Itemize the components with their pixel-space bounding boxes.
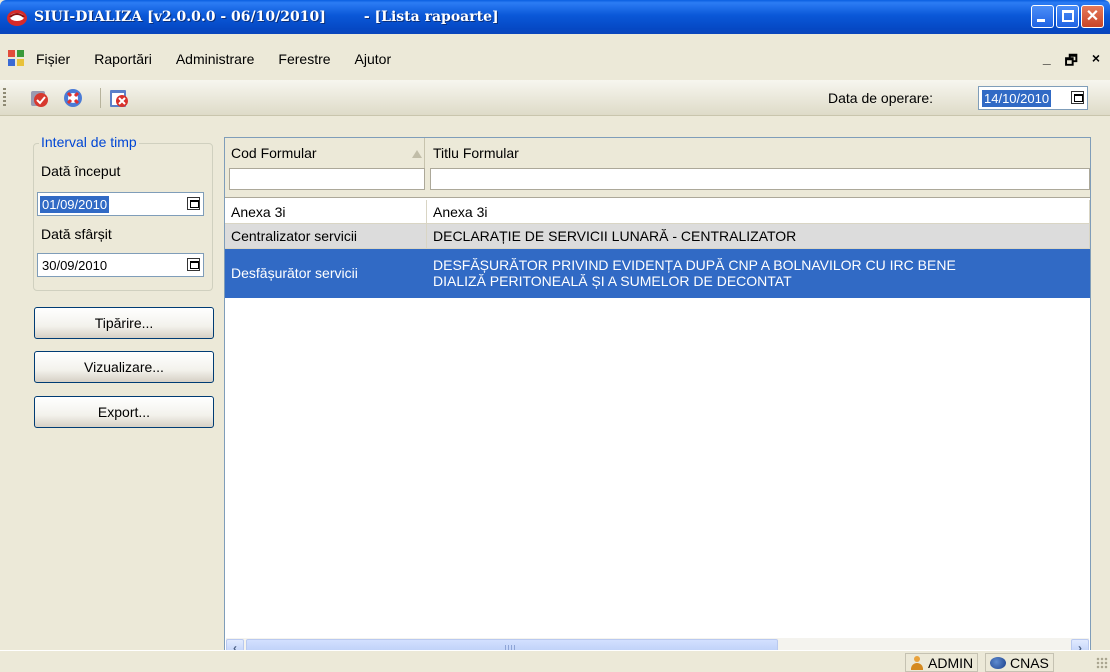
row-title-line: Anexa 3i bbox=[433, 203, 488, 220]
close-button[interactable]: ✕ bbox=[1081, 5, 1104, 28]
start-date-value: 01/09/2010 bbox=[40, 196, 110, 213]
menu-raportari[interactable]: Raportări bbox=[94, 51, 152, 67]
menu-administrare[interactable]: Administrare bbox=[176, 51, 255, 67]
maximize-button[interactable] bbox=[1056, 5, 1079, 28]
filter-code-input[interactable] bbox=[229, 168, 425, 190]
mdi-close-icon[interactable]: × bbox=[1092, 50, 1100, 74]
status-user-label: ADMIN bbox=[928, 654, 974, 671]
grid-header: Cod Formular Titlu Formular bbox=[225, 138, 1090, 198]
table-row[interactable]: Centralizator servicii DECLARAȚIE DE SER… bbox=[225, 224, 1090, 249]
window-titlebar[interactable]: SIUI-DIALIZA [v2.0.0.0 - 06/10/2010] - [… bbox=[0, 0, 1110, 34]
status-org-label: CNAS bbox=[1010, 654, 1049, 671]
column-header-title-label: Titlu Formular bbox=[433, 145, 519, 161]
status-bar: ADMIN CNAS bbox=[0, 650, 1110, 672]
row-code: Centralizator servicii bbox=[225, 224, 427, 249]
toolbar-separator bbox=[100, 88, 101, 108]
close-icon: ✕ bbox=[1085, 8, 1100, 25]
column-header-code[interactable]: Cod Formular bbox=[225, 138, 425, 168]
user-icon bbox=[910, 655, 924, 670]
calendar-icon[interactable] bbox=[1071, 91, 1084, 104]
column-header-title[interactable]: Titlu Formular bbox=[427, 138, 1090, 168]
status-user: ADMIN bbox=[905, 653, 979, 672]
row-title-line: DESFĂȘURĂTOR PRIVIND EVIDENȚA DUPĂ CNP A… bbox=[433, 257, 956, 273]
row-title: Anexa 3i bbox=[427, 200, 1090, 224]
column-header-code-label: Cod Formular bbox=[231, 145, 317, 161]
filter-title-input[interactable] bbox=[430, 168, 1090, 190]
toolbar: Data de operare: 14/10/2010 bbox=[0, 80, 1110, 116]
mdi-child-icon[interactable] bbox=[8, 50, 26, 68]
mdi-restore-icon[interactable]: 🗗 bbox=[1065, 50, 1078, 74]
minimize-button[interactable] bbox=[1031, 5, 1054, 28]
window-title: SIUI-DIALIZA [v2.0.0.0 - 06/10/2010] bbox=[34, 9, 326, 25]
menu-ajutor[interactable]: Ajutor bbox=[355, 51, 392, 67]
mdi-minimize-icon[interactable]: _ bbox=[1043, 50, 1051, 74]
time-interval-title: Interval de timp bbox=[39, 134, 139, 150]
sort-ascending-icon bbox=[412, 150, 422, 158]
menu-raportari-label: Raportări bbox=[94, 51, 152, 67]
minimize-icon bbox=[1037, 19, 1045, 22]
resize-grip[interactable] bbox=[1096, 657, 1108, 669]
menu-administrare-label: Administrare bbox=[175, 51, 255, 67]
menu-fisier[interactable]: Fișier bbox=[36, 51, 70, 67]
menu-ferestre[interactable]: Ferestre bbox=[278, 51, 330, 67]
window-subtitle: - [Lista rapoarte] bbox=[363, 9, 499, 25]
row-code: Anexa 3i bbox=[225, 200, 427, 224]
menu-bar: Fișier Raportări Administrare Ferestre A… bbox=[0, 38, 1110, 80]
operation-date-value: 14/10/2010 bbox=[982, 90, 1052, 107]
row-code: Desfășurător servicii bbox=[225, 249, 427, 298]
menu-ferestre-label: Ferestre bbox=[278, 51, 331, 67]
table-row[interactable]: Desfășurător servicii DESFĂȘURĂTOR PRIVI… bbox=[225, 249, 1090, 298]
report-icon[interactable] bbox=[28, 87, 50, 109]
toolbar-grip[interactable] bbox=[3, 88, 6, 108]
app-icon bbox=[7, 10, 27, 26]
start-date-label: Dată început bbox=[41, 163, 121, 179]
operation-date-field[interactable]: 14/10/2010 bbox=[978, 86, 1088, 110]
maximize-icon bbox=[1062, 10, 1074, 22]
start-date-field[interactable]: 01/09/2010 bbox=[37, 192, 204, 216]
operation-date-label: Data de operare: bbox=[828, 90, 934, 106]
row-title: DESFĂȘURĂTOR PRIVIND EVIDENȚA DUPĂ CNP A… bbox=[427, 249, 1090, 298]
table-row[interactable]: Anexa 3i Anexa 3i bbox=[225, 200, 1090, 224]
menu-fisier-label: Fișier bbox=[36, 51, 71, 67]
reports-grid[interactable]: Cod Formular Titlu Formular Anexa 3i Ane… bbox=[224, 137, 1091, 660]
menu-ajutor-label: Ajutor bbox=[354, 51, 392, 67]
close-window-icon[interactable] bbox=[108, 87, 130, 109]
view-button[interactable]: Vizualizare... bbox=[34, 351, 214, 383]
end-date-label: Dată sfârșit bbox=[41, 226, 112, 242]
cnas-logo-icon bbox=[990, 656, 1006, 669]
end-date-field[interactable]: 30/09/2010 bbox=[37, 253, 204, 277]
export-button[interactable]: Export... bbox=[34, 396, 214, 428]
calendar-icon[interactable] bbox=[187, 258, 200, 271]
print-button[interactable]: Tipărire... bbox=[34, 307, 214, 339]
refresh-icon[interactable] bbox=[62, 87, 84, 109]
calendar-icon[interactable] bbox=[187, 197, 200, 210]
row-title: DECLARAȚIE DE SERVICII LUNARĂ - CENTRALI… bbox=[427, 224, 1090, 249]
end-date-value: 30/09/2010 bbox=[42, 258, 108, 273]
row-title-line: DECLARAȚIE DE SERVICII LUNARĂ - CENTRALI… bbox=[433, 228, 797, 244]
status-org: CNAS bbox=[985, 653, 1054, 672]
row-title-line: DIALIZĂ PERITONEALĂ ȘI A SUMELOR DE DECO… bbox=[433, 273, 792, 289]
